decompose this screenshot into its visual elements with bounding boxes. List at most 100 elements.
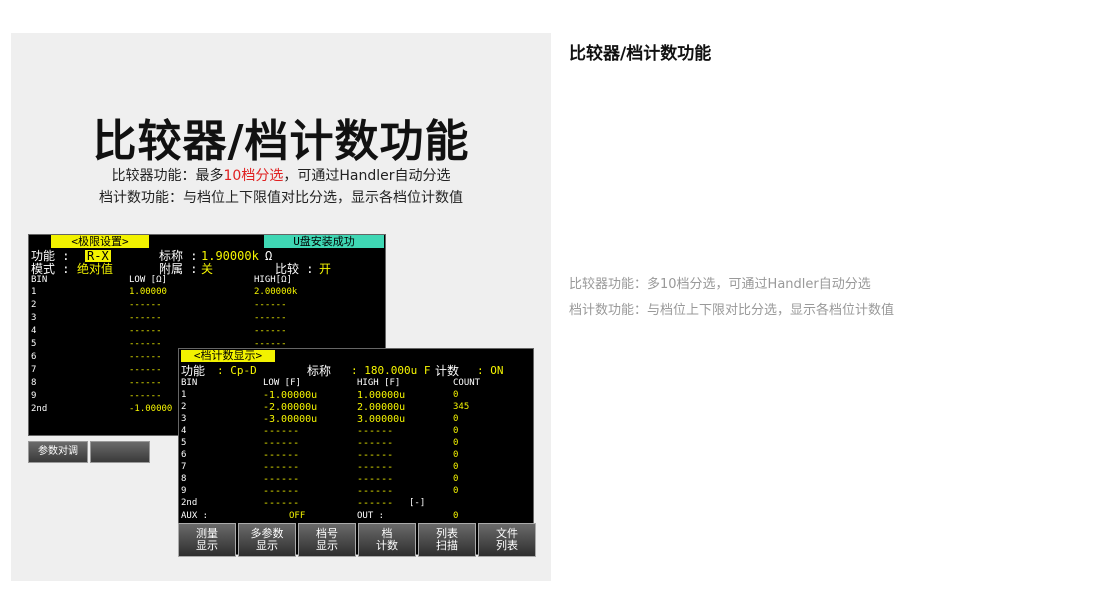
nominal-label: 标称 — [307, 364, 332, 378]
limit-settings-header: <极限设置> — [51, 235, 149, 248]
row-count: 0 — [453, 438, 459, 448]
row-bin: 5 — [181, 438, 187, 448]
row-low: -2.00000u — [263, 402, 318, 413]
hero-line1-prefix: 比较器功能：最多 — [111, 168, 224, 184]
row-low: -1.00000u — [263, 390, 318, 401]
row-bin: 7 — [31, 365, 37, 375]
softkey-blank[interactable] — [90, 441, 150, 463]
row-low[interactable]: ------ — [129, 340, 162, 349]
row-low[interactable]: ------ — [129, 301, 162, 310]
section-desc-bin-count: 档计数功能：与档位上下限对比分选，显示各档位计数值 — [569, 303, 895, 318]
bin-number-display-button[interactable]: 档号 显示 — [298, 523, 356, 557]
row-count: 0 — [453, 462, 459, 472]
measure-display-button[interactable]: 测量 显示 — [178, 523, 236, 557]
btn-line2: 计数 — [376, 539, 398, 552]
bin-count-softkey-bar: 测量 显示 多参数 显示 档号 显示 档计数 列表 扫描 文件 列表 — [178, 523, 536, 557]
swap-params-button[interactable]: 参数对调 — [28, 441, 88, 463]
row-high: ------ — [357, 498, 394, 509]
row-low[interactable]: ------ — [129, 314, 162, 323]
multi-param-display-button[interactable]: 多参数 显示 — [238, 523, 296, 557]
btn-line2: 显示 — [256, 539, 278, 552]
mode-label: 模式 : — [31, 262, 70, 276]
section-desc-comparator: 比较器功能：多10档分选，可通过Handler自动分选 — [569, 277, 871, 292]
row-bin: 8 — [31, 378, 37, 388]
row-high[interactable]: ------ — [254, 301, 287, 310]
out-label: OUT : — [357, 511, 385, 521]
section-title: 比较器/档计数功能 — [569, 44, 712, 64]
row-low: ------ — [263, 498, 300, 509]
row-high[interactable]: 2.00000k — [254, 288, 297, 297]
row-high: ------ — [357, 426, 394, 437]
row-bin: 9 — [181, 486, 187, 496]
row-bin: 9 — [31, 391, 37, 401]
hero-line-comparator: 比较器功能：最多10档分选，可通过Handler自动分选 — [11, 165, 551, 185]
aux-label: AUX : — [181, 511, 209, 521]
aux-value[interactable]: 关 — [201, 263, 213, 275]
row-low[interactable]: ------ — [129, 392, 162, 401]
btn-line2: 扫描 — [436, 539, 458, 552]
compare-label: 比较 : — [275, 262, 314, 276]
row-high: ------ — [357, 486, 394, 497]
nominal-value[interactable]: 1.90000k — [201, 250, 259, 262]
row-low: ------ — [263, 474, 300, 485]
row-low[interactable]: 1.00000 — [129, 288, 167, 297]
row-count: [-] — [409, 498, 426, 508]
row-high[interactable]: ------ — [254, 314, 287, 323]
row-count: 0 — [453, 414, 459, 424]
row-bin: 6 — [181, 450, 187, 460]
col-low: LOW [F] — [263, 378, 301, 388]
hero-banner: 比较器/档计数功能 比较器功能：最多10档分选，可通过Handler自动分选 档… — [11, 33, 551, 581]
col-high: HIGH[Ω] — [254, 275, 292, 285]
row-low[interactable]: ------ — [129, 379, 162, 388]
row-low: -3.00000u — [263, 414, 318, 425]
row-low[interactable]: -1.00000 — [129, 405, 172, 414]
row-low[interactable]: ------ — [129, 327, 162, 336]
row-high: 3.00000u — [357, 414, 406, 425]
row-high: ------ — [357, 450, 394, 461]
usb-status-badge: U盘安装成功 — [264, 235, 384, 248]
row-bin: 3 — [31, 313, 37, 323]
btn-line2: 列表 — [496, 539, 518, 552]
col-bin: BIN — [181, 378, 198, 388]
row-low[interactable]: ------ — [129, 353, 162, 362]
file-list-button[interactable]: 文件 列表 — [478, 523, 536, 557]
func-value[interactable]: : Cp-D — [217, 365, 257, 376]
nominal-unit: Ω — [265, 249, 273, 263]
row-bin: 6 — [31, 352, 37, 362]
bin-count-button[interactable]: 档计数 — [358, 523, 416, 557]
row-count: 0 — [453, 390, 459, 400]
func-label: 功能 — [181, 364, 206, 378]
row-bin: 2nd — [181, 498, 198, 508]
btn-line2: 显示 — [196, 539, 218, 552]
list-sweep-button[interactable]: 列表 扫描 — [418, 523, 476, 557]
row-bin: 2 — [181, 402, 187, 412]
col-count: COUNT — [453, 378, 481, 388]
nominal-value[interactable]: : 180.000u F — [351, 365, 430, 376]
func-value[interactable]: R-X — [85, 250, 111, 262]
hero-line1-highlight: 10档分选 — [223, 168, 284, 184]
count-label: 计数 — [435, 364, 460, 378]
row-count: 0 — [453, 426, 459, 436]
row-bin: 5 — [31, 339, 37, 349]
row-low: ------ — [263, 438, 300, 449]
row-low: ------ — [263, 450, 300, 461]
count-value[interactable]: : ON — [477, 365, 504, 376]
row-bin: 7 — [181, 462, 187, 472]
row-high[interactable]: ------ — [254, 327, 287, 336]
row-bin: 1 — [31, 287, 37, 297]
hero-title: 比较器/档计数功能 — [92, 116, 470, 167]
row-high: 2.00000u — [357, 402, 406, 413]
row-low[interactable]: ------ — [129, 366, 162, 375]
row-high: 1.00000u — [357, 390, 406, 401]
mode-value[interactable]: 绝对值 — [77, 263, 113, 275]
row-high: ------ — [357, 474, 394, 485]
row-bin: 2 — [31, 300, 37, 310]
hero-line1-suffix: ，可通过Handler自动分选 — [283, 168, 451, 184]
compare-value[interactable]: 开 — [319, 263, 331, 275]
row-bin: 4 — [181, 426, 187, 436]
row-count: 0 — [453, 450, 459, 460]
col-low: LOW [Ω] — [129, 275, 167, 285]
row-low: ------ — [263, 426, 300, 437]
bin-count-header: <档计数显示> — [181, 350, 275, 362]
row-high: ------ — [357, 438, 394, 449]
